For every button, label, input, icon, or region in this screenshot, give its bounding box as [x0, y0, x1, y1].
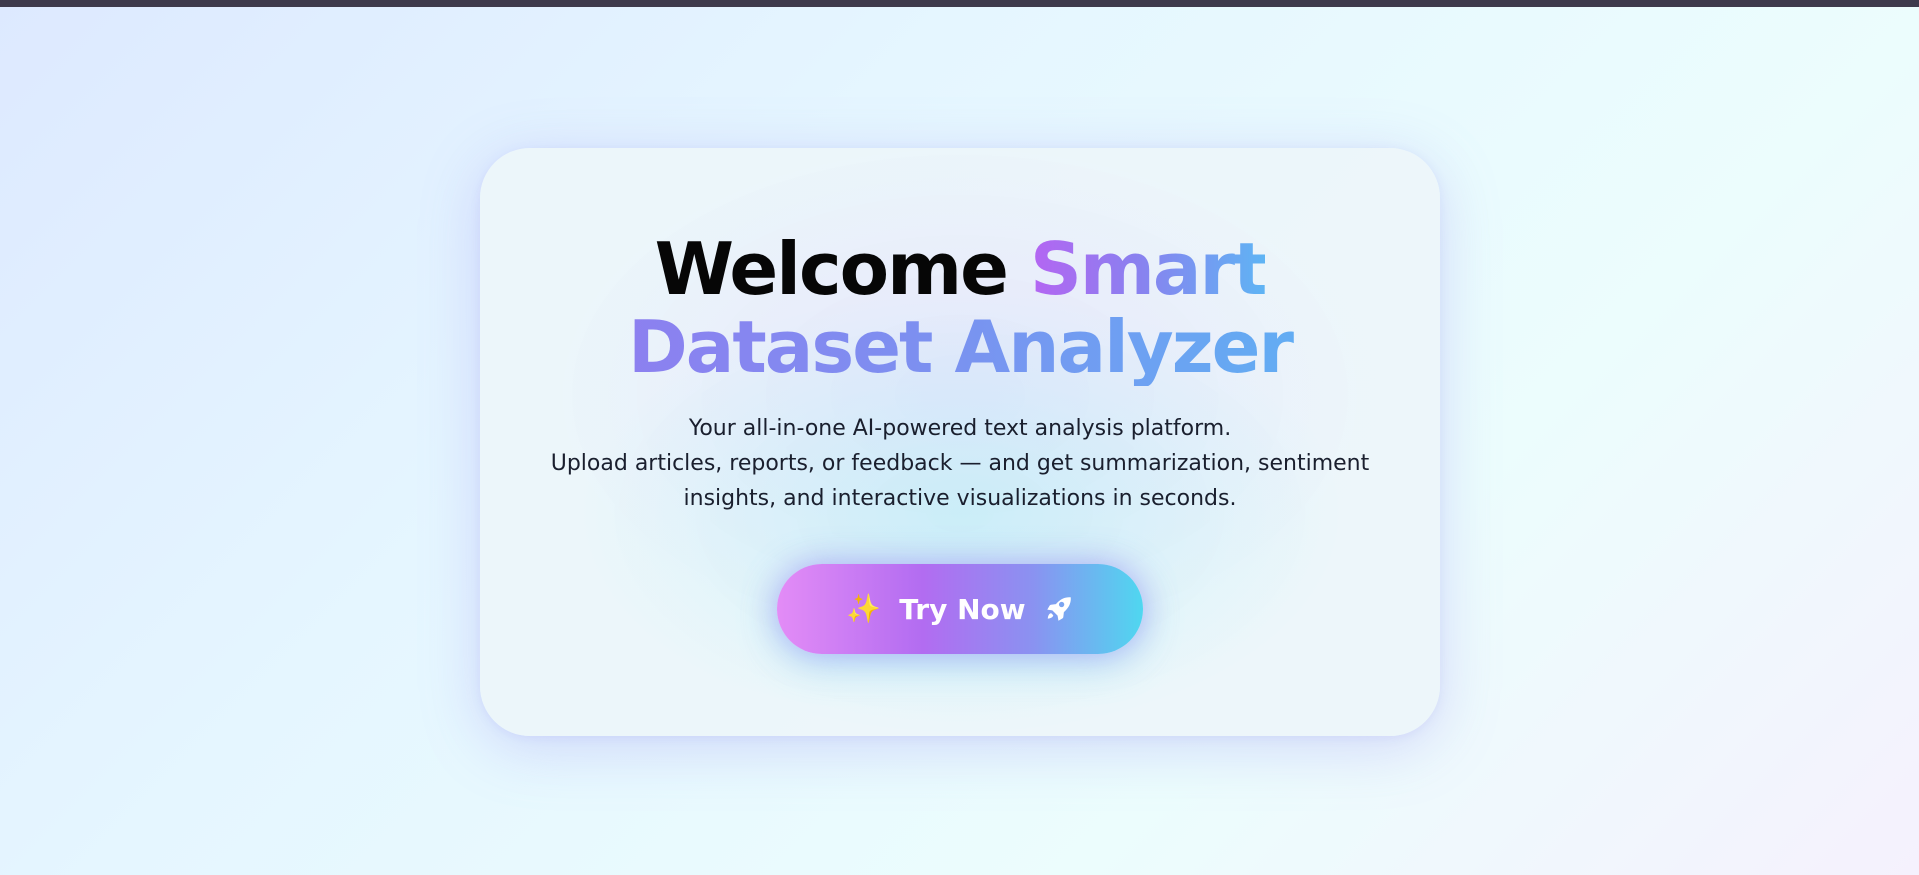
hero-description-line-3: insights, and interactive visualizations… — [683, 486, 1237, 511]
hero-description: Your all-in-one AI-powered text analysis… — [540, 411, 1380, 516]
try-now-button[interactable]: ✨ Try Now — [777, 564, 1143, 654]
hero-title: Welcome Smart Dataset Analyzer — [480, 230, 1440, 386]
hero-title-highlight: Smart — [1030, 227, 1267, 311]
hero-title-line2: Dataset Analyzer — [480, 308, 1440, 386]
hero-title-lead: Welcome — [654, 227, 1009, 311]
sparkles-icon: ✨ — [846, 592, 882, 625]
rocket-icon — [1044, 594, 1074, 624]
try-now-button-label: Try Now — [899, 592, 1026, 626]
browser-top-bar — [0, 0, 1919, 7]
hero-description-line-1: Your all-in-one AI-powered text analysis… — [688, 416, 1232, 441]
hero-card: Welcome Smart Dataset Analyzer Your all-… — [480, 148, 1440, 736]
hero-description-line-2: Upload articles, reports, or feedback — … — [550, 451, 1370, 476]
